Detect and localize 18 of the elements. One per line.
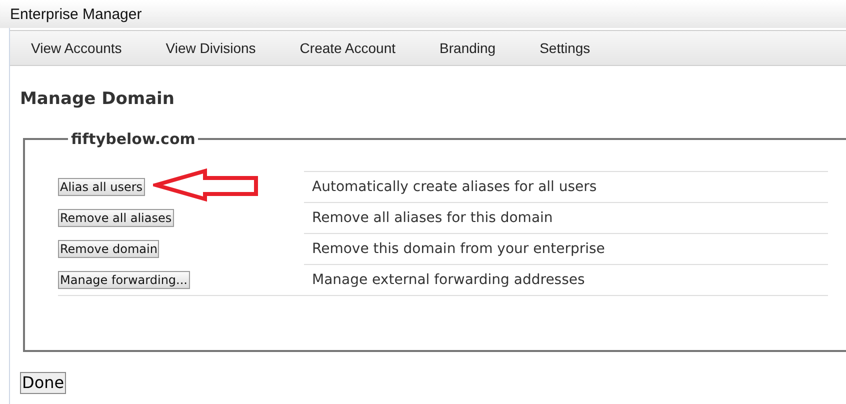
action-description: Remove this domain from your enterprise	[312, 240, 605, 258]
nav-link[interactable]: Create Account	[300, 38, 396, 58]
nav-link[interactable]: View Divisions	[166, 38, 256, 58]
action-button[interactable]: Remove domain	[58, 240, 160, 258]
action-button[interactable]: Manage forwarding...	[58, 270, 190, 288]
action-description: Remove all aliases for this domain	[312, 208, 553, 228]
domain-legend: fiftybelow.com	[68, 128, 198, 150]
nav-link[interactable]: Settings	[540, 38, 590, 58]
nav-link[interactable]: Branding	[440, 38, 496, 58]
action-description: Manage external forwarding addresses	[312, 270, 585, 290]
window-title: Enterprise Manager	[10, 4, 142, 24]
done-button[interactable]: Done	[20, 372, 66, 394]
action-button[interactable]: Alias all users	[58, 178, 145, 196]
nav-link[interactable]: View Accounts	[31, 38, 122, 58]
action-description: Automatically create aliases for all users	[312, 178, 597, 196]
page-heading: Manage Domain	[20, 88, 174, 111]
arrow-icon	[152, 168, 259, 202]
action-button[interactable]: Remove all aliases	[58, 208, 174, 226]
